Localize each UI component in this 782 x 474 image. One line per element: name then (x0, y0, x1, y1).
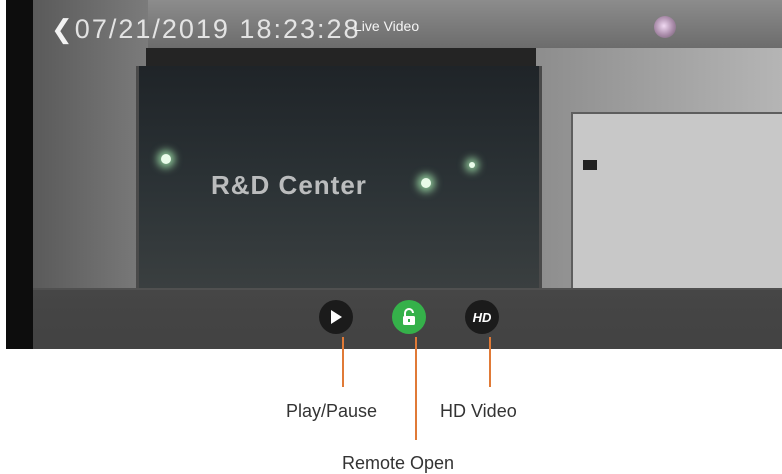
remote-open-pointer (415, 337, 417, 440)
remote-open-button[interactable] (392, 300, 426, 334)
back-icon[interactable]: ❮ (51, 16, 73, 42)
door-sign: R&D Center (211, 170, 367, 200)
hd-video-button[interactable]: HD (465, 300, 499, 334)
remote-open-label: Remote Open (342, 453, 455, 473)
ceiling-light (469, 162, 475, 168)
play-icon (331, 310, 342, 324)
hd-label: HD (472, 309, 492, 325)
ceiling-light (421, 178, 431, 188)
hd-video-pointer (489, 337, 491, 387)
play-pause-button[interactable] (319, 300, 353, 334)
panel-door (571, 112, 782, 312)
page-title: Live Video (354, 18, 420, 34)
hd-video-label: HD Video (440, 401, 517, 421)
ceiling-light (161, 154, 171, 164)
play-pause-pointer (342, 337, 344, 387)
settings-icon[interactable] (654, 16, 676, 38)
left-edge (6, 0, 33, 349)
video-header: ❮ 07/21/2019 18:23:28 (51, 12, 361, 46)
play-pause-label: Play/Pause (286, 401, 378, 421)
door-handle (583, 160, 597, 170)
unlock-icon (403, 308, 415, 325)
live-video-screen: R&D Center ❮ 07/21/2019 18:23:28 Live Vi… (6, 0, 782, 349)
door-header (146, 48, 536, 66)
timestamp: 07/21/2019 18:23:28 (74, 13, 361, 44)
